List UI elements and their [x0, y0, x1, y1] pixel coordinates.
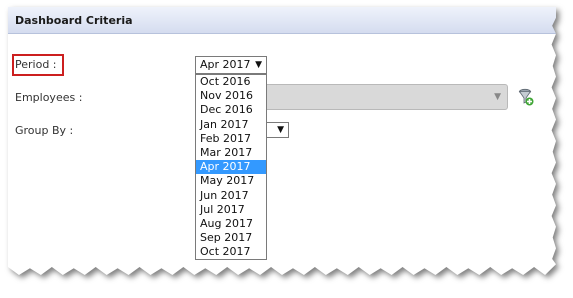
period-select[interactable]: Apr 2017 ▼: [195, 56, 267, 74]
period-label: Period :: [15, 58, 57, 71]
add-employee-icon[interactable]: [518, 88, 534, 106]
dashboard-criteria-panel: Dashboard Criteria Period : Employees : …: [8, 7, 556, 275]
chevron-down-icon: ▼: [494, 92, 501, 102]
period-option[interactable]: May 2017: [196, 174, 266, 188]
screenshot-frame: Dashboard Criteria Period : Employees : …: [0, 0, 573, 298]
panel-title: Dashboard Criteria: [15, 14, 133, 27]
period-selected-value: Apr 2017: [200, 58, 251, 71]
period-option[interactable]: Jun 2017: [196, 189, 266, 203]
chevron-down-icon: ▼: [255, 60, 262, 70]
period-option[interactable]: Jul 2017: [196, 203, 266, 217]
employees-label: Employees :: [15, 91, 83, 104]
group-by-label: Group By :: [15, 124, 74, 137]
period-option-selected[interactable]: Apr 2017: [196, 160, 266, 175]
period-option[interactable]: Nov 2016: [196, 89, 266, 103]
period-dropdown-list[interactable]: Oct 2016 Nov 2016 Dec 2016 Jan 2017 Feb …: [195, 74, 267, 260]
period-option[interactable]: Feb 2017: [196, 132, 266, 146]
period-option[interactable]: Dec 2016: [196, 103, 266, 117]
period-option[interactable]: Sep 2017: [196, 231, 266, 245]
panel-header: Dashboard Criteria: [8, 7, 556, 34]
period-option[interactable]: Mar 2017: [196, 146, 266, 160]
period-option[interactable]: Oct 2016: [196, 75, 266, 89]
period-option[interactable]: Oct 2017: [196, 245, 266, 259]
period-option[interactable]: Jan 2017: [196, 118, 266, 132]
period-option[interactable]: Aug 2017: [196, 217, 266, 231]
chevron-down-icon: ▼: [277, 125, 284, 135]
